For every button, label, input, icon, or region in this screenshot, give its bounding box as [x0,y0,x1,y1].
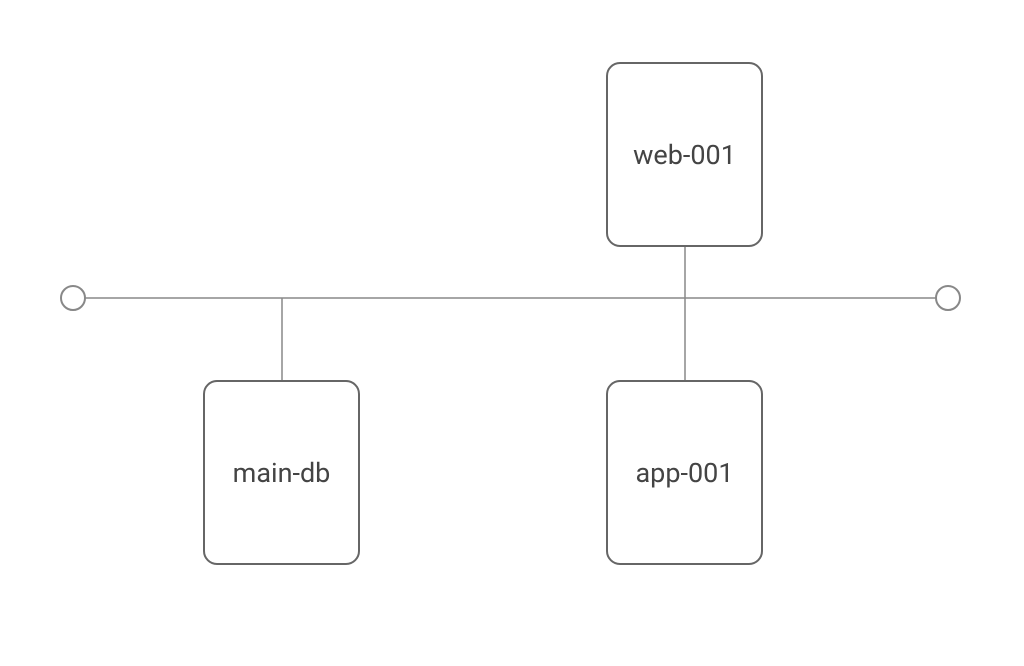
node-label: main-db [233,457,331,489]
bus-endpoint-left [60,285,86,311]
bus-wires [0,0,1024,666]
node-app-001: app-001 [606,380,763,565]
node-label: app-001 [636,457,734,489]
bus-endpoint-right [935,285,961,311]
node-web-001: web-001 [606,62,763,247]
network-diagram: web-001 main-db app-001 [0,0,1024,666]
node-main-db: main-db [203,380,360,565]
node-label: web-001 [633,139,736,171]
